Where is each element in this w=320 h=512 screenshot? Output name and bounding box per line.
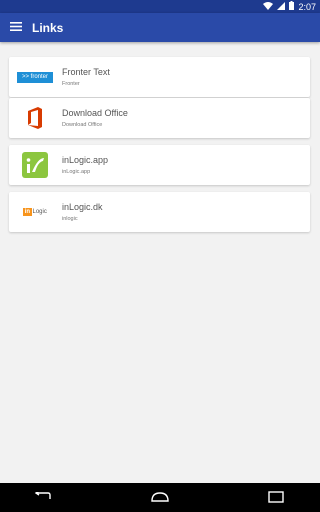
link-subtitle: inlogic: [62, 216, 78, 222]
link-title: Download Office: [62, 108, 128, 118]
inlogic-app-logo: [17, 151, 53, 179]
office-icon: [28, 107, 42, 129]
signal-icon: [277, 1, 286, 12]
page-title: Links: [32, 21, 64, 35]
link-subtitle: Fronter: [62, 81, 80, 87]
link-card-download-office[interactable]: Download Office Download Office: [9, 98, 310, 138]
status-bar: 2:07: [0, 0, 320, 13]
inlogic-logo-rest: Logic: [32, 209, 47, 215]
fronter-logo: >> fronter: [17, 63, 53, 91]
inlogic-dk-logo: in Logic: [17, 198, 53, 226]
menu-button[interactable]: [6, 17, 26, 37]
status-icons: 2:07: [263, 0, 316, 13]
link-title: Fronter Text: [62, 67, 110, 77]
back-button[interactable]: [31, 487, 55, 507]
app-bar: Links: [0, 13, 320, 42]
home-icon: [151, 492, 169, 502]
hamburger-menu-icon: [10, 18, 22, 36]
wifi-icon: [263, 1, 274, 12]
back-icon: [34, 492, 51, 499]
link-subtitle: inLogic.app: [62, 169, 91, 175]
navigation-bar: [0, 483, 320, 512]
recents-button[interactable]: [264, 487, 288, 507]
inlogic-app-icon: [22, 152, 48, 178]
battery-icon: [289, 1, 295, 12]
link-subtitle: Download Office: [62, 122, 103, 128]
home-button[interactable]: [148, 487, 172, 507]
recents-icon: [268, 491, 284, 503]
link-card-inlogic-app[interactable]: inLogic.app inLogic.app: [9, 145, 310, 185]
link-card-inlogic-dk[interactable]: in Logic inLogic.dk inlogic: [9, 192, 310, 232]
link-title: inLogic.app: [62, 155, 109, 165]
status-time: 2:07: [298, 1, 316, 12]
link-card-fronter[interactable]: >> fronter Fronter Text Fronter: [9, 57, 310, 97]
office-logo: [17, 104, 53, 132]
fronter-logo-text: >> fronter: [17, 71, 53, 83]
inlogic-logo-in: in: [23, 208, 32, 216]
link-title: inLogic.dk: [62, 202, 103, 212]
